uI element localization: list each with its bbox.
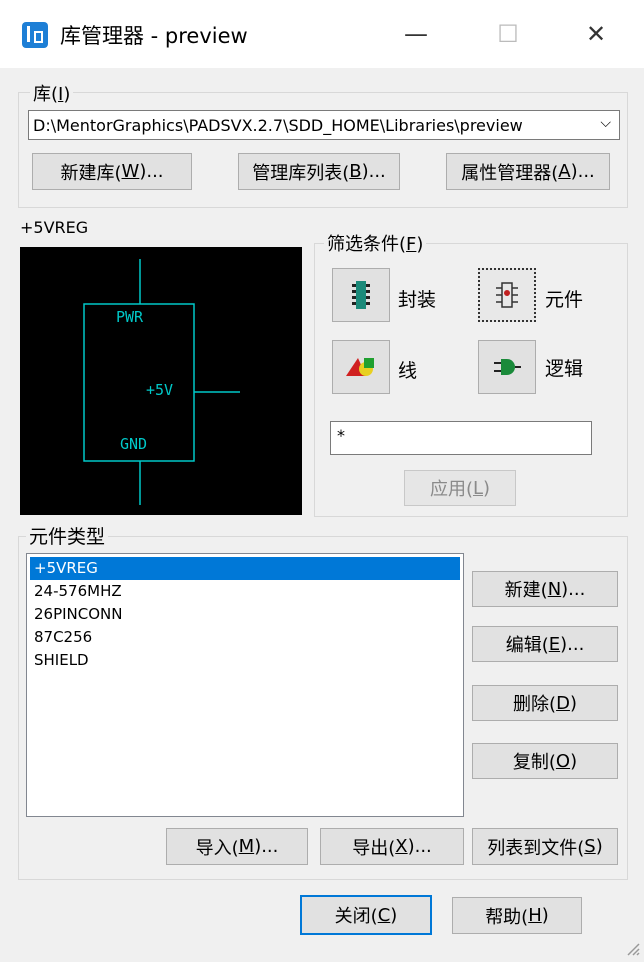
apply-button[interactable]: 应用(L) [404, 470, 516, 506]
new-part-button[interactable]: 新建(N)... [472, 571, 618, 607]
decals-filter-button[interactable] [332, 268, 390, 322]
line-icon [346, 358, 374, 376]
filter-group-label: 筛选条件(F) [324, 230, 427, 256]
export-button[interactable]: 导出(X)... [320, 828, 464, 865]
logic-icon [494, 359, 521, 375]
list-item[interactable]: SHIELD [30, 649, 460, 672]
part-types-label: 元件类型 [26, 522, 109, 549]
library-path-select[interactable]: D:\MentorGraphics\PADSVX.2.7\SDD_HOME\Li… [28, 110, 620, 140]
delete-part-button[interactable]: 删除(D) [472, 685, 618, 721]
list-item[interactable]: 24-576MHZ [30, 580, 460, 603]
library-path-value: D:\MentorGraphics\PADSVX.2.7\SDD_HOME\Li… [33, 115, 523, 135]
logic-label: 逻辑 [545, 358, 584, 380]
app-icon [22, 22, 48, 48]
list-item[interactable]: +5VREG [30, 557, 460, 580]
list-to-file-button[interactable]: 列表到文件(S) [472, 828, 618, 865]
decals-label: 封装 [398, 289, 437, 311]
pin-label-5v: +5V [146, 381, 174, 399]
pin-label-gnd: GND [120, 435, 148, 453]
decal-icon [352, 281, 370, 309]
resize-grip[interactable] [624, 940, 640, 956]
window-title: 库管理器 - preview [60, 24, 248, 48]
list-item[interactable]: 26PINCONN [30, 603, 460, 626]
close-window-button[interactable]: ✕ [566, 12, 626, 56]
part-types-list[interactable]: +5VREG 24-576MHZ 26PINCONN 87C256 SHIELD [26, 553, 464, 817]
parts-label: 元件 [545, 289, 584, 311]
preview-part-name: +5VREG [20, 218, 89, 237]
minimize-button[interactable]: — [386, 12, 446, 56]
maximize-button[interactable]: ☐ [478, 12, 538, 56]
import-button[interactable]: 导入(M)... [166, 828, 308, 865]
pin-label-pwr: PWR [116, 308, 144, 326]
lines-label: 线 [398, 360, 418, 382]
list-item[interactable]: 87C256 [30, 626, 460, 649]
logic-filter-button[interactable] [478, 340, 536, 394]
filter-input[interactable]: * [330, 421, 592, 455]
library-group-label: 库(I) [30, 80, 74, 106]
part-icon [496, 282, 518, 308]
parts-filter-button[interactable] [478, 268, 536, 322]
manage-library-list-button[interactable]: 管理库列表(B)... [238, 153, 400, 190]
new-library-button[interactable]: 新建库(W)... [32, 153, 192, 190]
close-button[interactable]: 关闭(C) [300, 895, 432, 935]
lines-filter-button[interactable] [332, 340, 390, 394]
help-button[interactable]: 帮助(H) [452, 897, 582, 934]
edit-part-button[interactable]: 编辑(E)... [472, 626, 618, 662]
chevron-down-icon: ⌵ [600, 115, 611, 131]
part-preview: PWR +5V GND [20, 247, 302, 515]
attribute-manager-button[interactable]: 属性管理器(A)... [446, 153, 610, 190]
copy-part-button[interactable]: 复制(O) [472, 743, 618, 779]
